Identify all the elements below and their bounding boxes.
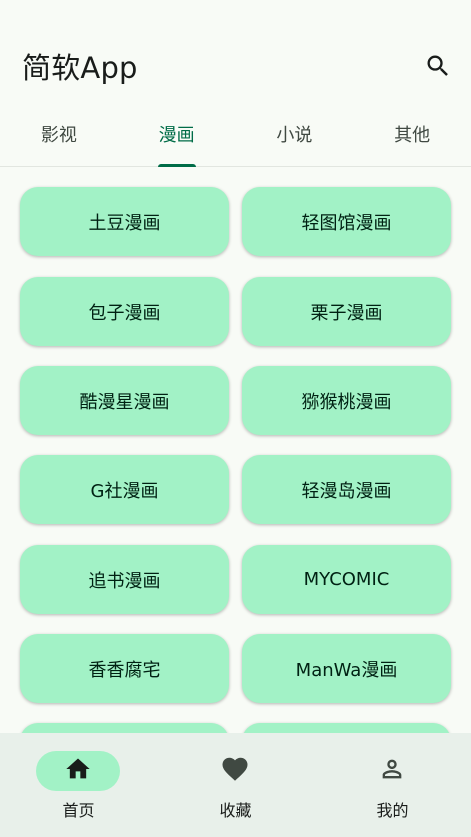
source-card-label: 香香腐宅 — [88, 659, 161, 681]
nav-active-pill — [36, 751, 120, 791]
source-card[interactable]: 轻图馆漫画 — [242, 187, 451, 256]
tab-label: 其他 — [394, 125, 431, 146]
source-card[interactable]: G社漫画 — [20, 455, 229, 524]
nav-icon-container — [350, 751, 434, 791]
search-icon — [424, 52, 452, 84]
bottom-navigation: 首页 收藏 我的 — [0, 733, 471, 837]
source-card-label: 猕猴桃漫画 — [301, 391, 392, 413]
source-card-label: 包子漫画 — [88, 302, 161, 324]
source-card-label: MYCOMIC — [303, 569, 390, 590]
source-card[interactable]: 轻漫岛漫画 — [242, 455, 451, 524]
comic-source-grid: 土豆漫画 轻图馆漫画 包子漫画 栗子漫画 酷漫星漫画 猕猴桃漫画 G社漫画 轻漫… — [0, 167, 471, 733]
nav-item-favorites[interactable]: 收藏 — [157, 733, 314, 837]
search-button[interactable] — [420, 50, 456, 86]
heart-icon — [220, 754, 250, 788]
source-card[interactable] — [20, 723, 229, 733]
tab-label: 小说 — [276, 125, 313, 146]
tab-movies[interactable]: 影视 — [0, 108, 118, 166]
source-card[interactable]: 香香腐宅 — [20, 634, 229, 703]
source-card[interactable]: 猕猴桃漫画 — [242, 366, 451, 435]
tab-others[interactable]: 其他 — [353, 108, 471, 166]
source-card[interactable]: MYCOMIC — [242, 545, 451, 614]
source-card-label: 土豆漫画 — [88, 212, 161, 234]
source-card-label: ManWa漫画 — [295, 659, 398, 681]
source-card-label: 轻漫岛漫画 — [301, 480, 392, 502]
nav-item-profile[interactable]: 我的 — [314, 733, 471, 837]
nav-label: 首页 — [62, 801, 95, 820]
tab-comics[interactable]: 漫画 — [118, 108, 236, 167]
tab-novels[interactable]: 小说 — [236, 108, 354, 166]
tab-label: 影视 — [40, 125, 77, 146]
source-card[interactable]: 栗子漫画 — [242, 277, 451, 346]
source-card-label: G社漫画 — [90, 480, 159, 502]
app-title: 简软App — [22, 51, 138, 85]
nav-label: 我的 — [376, 801, 409, 820]
category-tabs: 影视 漫画 小说 其他 — [0, 108, 471, 167]
source-card[interactable]: 追书漫画 — [20, 545, 229, 614]
tab-label: 漫画 — [158, 125, 195, 146]
nav-label: 收藏 — [219, 801, 252, 820]
source-card[interactable]: 包子漫画 — [20, 277, 229, 346]
app-bar: 简软App — [0, 0, 471, 108]
source-card[interactable] — [242, 723, 451, 733]
source-card-label: 轻图馆漫画 — [301, 212, 392, 234]
source-card[interactable]: ManWa漫画 — [242, 634, 451, 703]
source-card-label: 栗子漫画 — [310, 302, 383, 324]
source-card-label: 酷漫星漫画 — [79, 391, 170, 413]
source-card[interactable]: 土豆漫画 — [20, 187, 229, 256]
person-icon — [378, 755, 406, 787]
source-card[interactable]: 酷漫星漫画 — [20, 366, 229, 435]
nav-item-home[interactable]: 首页 — [0, 733, 157, 837]
nav-icon-container — [193, 751, 277, 791]
home-icon — [64, 755, 92, 787]
source-card-label: 追书漫画 — [88, 570, 161, 592]
